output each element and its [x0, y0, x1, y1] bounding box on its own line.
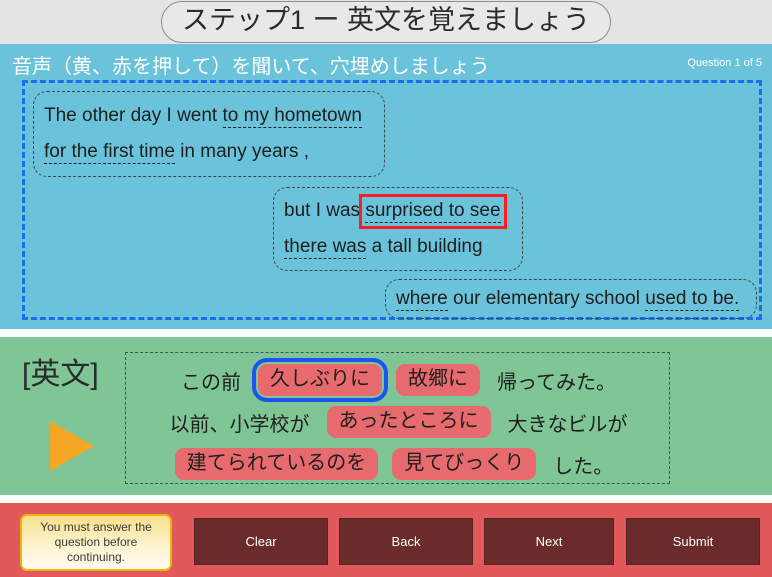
- japanese-row: この前 久しぶりに 故郷に 帰ってみた。: [126, 358, 671, 402]
- word-chip[interactable]: あったところに: [326, 406, 491, 438]
- sentence-fragment-2: but I was surprised to see there was a t…: [273, 187, 523, 271]
- sentence-line: The other day I went to my hometown: [34, 105, 384, 129]
- title-bar: ステップ1 ー 英文を覚えましょう: [0, 0, 772, 44]
- sentence-line: for the first time in many years ,: [34, 141, 384, 164]
- plain-word: この前: [181, 371, 241, 394]
- sentence-line: where our elementary school used to be.: [386, 288, 756, 312]
- next-button[interactable]: Next: [484, 518, 614, 565]
- blank-slot[interactable]: where: [396, 288, 448, 312]
- plain-word: した。: [553, 455, 614, 478]
- english-panel: 音声（黄、赤を押して）を聞いて、穴埋めしましょう Question 1 of 5…: [0, 44, 772, 329]
- clear-button[interactable]: Clear: [194, 518, 328, 565]
- blank-slot[interactable]: for the first time: [44, 141, 175, 164]
- app-root: ステップ1 ー 英文を覚えましょう 音声（黄、赤を押して）を聞いて、穴埋めしまし…: [0, 0, 772, 577]
- plain-word: 以前、小学校が: [169, 413, 310, 436]
- sentence-fragment-1: The other day I went to my hometown for …: [33, 91, 385, 177]
- instruction-text: 音声（黄、赤を押して）を聞いて、穴埋めしましょう: [12, 56, 490, 78]
- plain-word: 大きなビルが: [507, 413, 628, 436]
- eibun-label: [英文]: [22, 358, 99, 391]
- warning-message: You must answer the question before cont…: [20, 514, 172, 571]
- text-segment: a tall building: [366, 236, 483, 257]
- japanese-row: 建てられているのを 見てびっくり した。: [126, 445, 671, 483]
- back-button[interactable]: Back: [339, 518, 473, 565]
- japanese-word-bank[interactable]: この前 久しぶりに 故郷に 帰ってみた。 以前、小学校が あったところに 大きな…: [125, 352, 670, 484]
- japanese-panel: [英文] この前 久しぶりに 故郷に 帰ってみた。 以前、小学校が あったところ…: [0, 333, 772, 495]
- text-segment: in many years ,: [174, 141, 310, 162]
- word-chip-selected[interactable]: 久しぶりに: [252, 358, 388, 402]
- english-dropzone[interactable]: The other day I went to my hometown for …: [22, 80, 762, 320]
- question-counter: Question 1 of 5: [687, 57, 762, 69]
- page-title: ステップ1 ー 英文を覚えましょう: [160, 0, 612, 44]
- japanese-row: 以前、小学校が あったところに 大きなビルが: [126, 403, 671, 441]
- text-segment: but I was: [284, 200, 366, 222]
- word-chip[interactable]: 故郷に: [396, 364, 480, 396]
- blank-slot[interactable]: to my hometown: [222, 105, 362, 129]
- sentence-line: there was a tall building: [274, 236, 522, 259]
- text-segment: The other day I went: [44, 105, 223, 127]
- submit-button[interactable]: Submit: [626, 518, 760, 565]
- word-chip[interactable]: 建てられているのを: [174, 448, 379, 480]
- blank-slot-highlighted[interactable]: surprised to see: [359, 194, 507, 230]
- play-triangle-icon[interactable]: [50, 421, 94, 471]
- text-segment: our elementary school: [447, 288, 646, 310]
- sentence-line: but I was surprised to see: [274, 194, 522, 230]
- bottom-toolbar: You must answer the question before cont…: [0, 499, 772, 577]
- blank-slot[interactable]: used to be.: [645, 288, 740, 312]
- sentence-fragment-3: where our elementary school used to be.: [385, 279, 757, 319]
- blank-slot[interactable]: there was: [284, 236, 367, 259]
- word-chip[interactable]: 見てびっくり: [392, 448, 537, 480]
- plain-word: 帰ってみた。: [497, 371, 616, 394]
